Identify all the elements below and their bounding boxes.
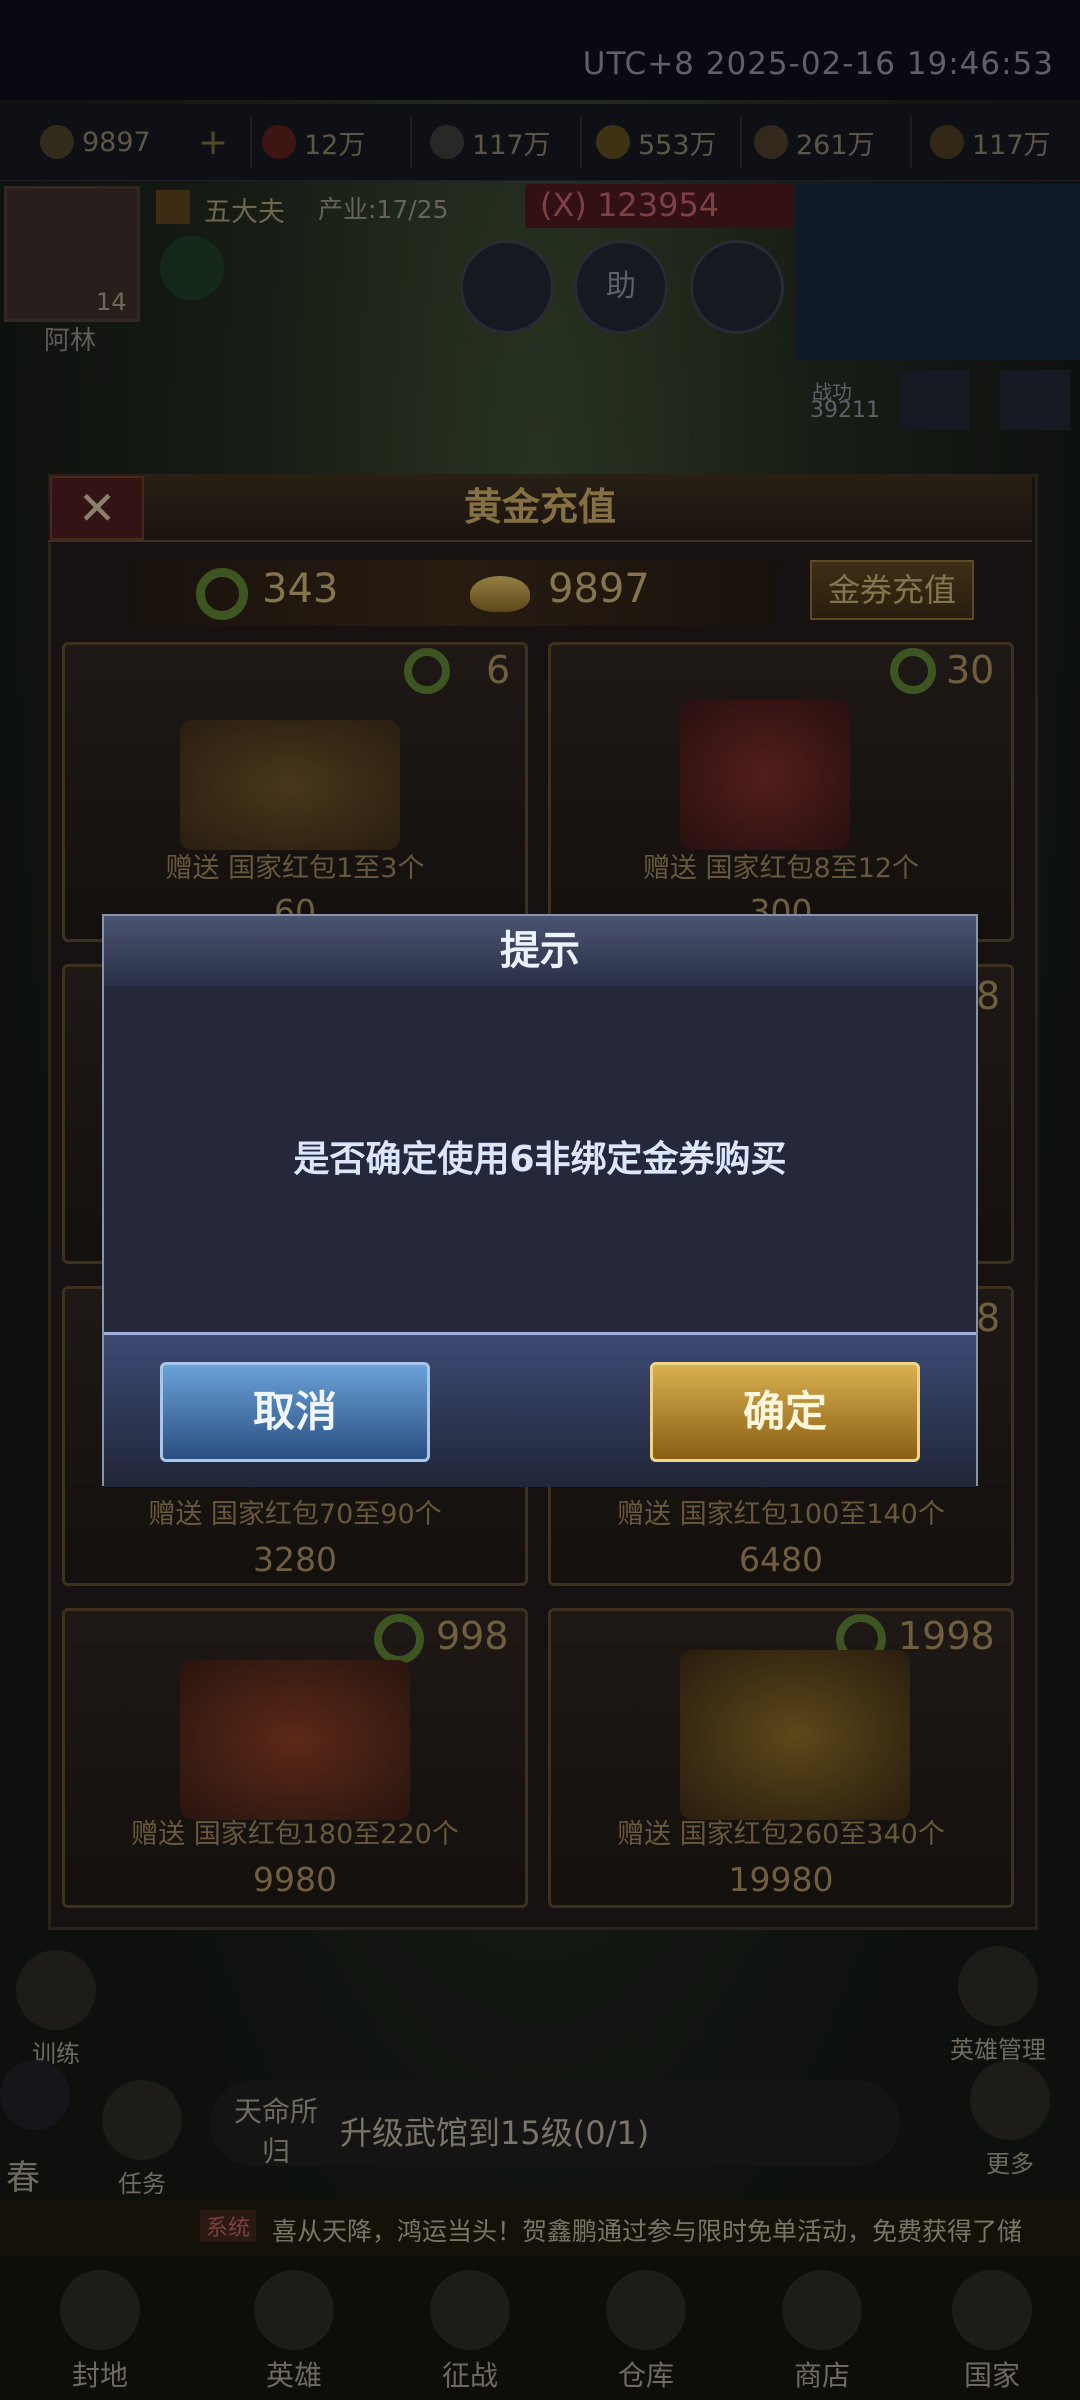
cancel-button[interactable]: 取消: [160, 1362, 430, 1462]
hero-helmet-icon: [958, 1946, 1038, 2026]
more-icon: [970, 2060, 1050, 2140]
dragon-icon: [952, 2270, 1032, 2350]
more-button[interactable]: 更多: [970, 2060, 1050, 2179]
nav-battle[interactable]: 征战: [390, 2270, 550, 2394]
helmet-icon: [254, 2270, 334, 2350]
nav-nation[interactable]: 国家: [912, 2270, 1072, 2394]
task-scroll-icon: [102, 2080, 182, 2160]
shop-icon: [782, 2270, 862, 2350]
nav-heroes[interactable]: 英雄: [214, 2270, 374, 2394]
broadcast-text: 喜从天降，鸿运当头！贺鑫鹏通过参与限时免单活动，免费获得了储: [272, 2217, 1023, 2246]
crossed-swords-icon: [430, 2270, 510, 2350]
castle-icon: [60, 2270, 140, 2350]
confirm-dialog-title: 提示: [500, 928, 580, 974]
confirm-dialog-message: 是否确定使用6非绑定金券购买: [293, 1139, 787, 1180]
money-bag-icon: [606, 2270, 686, 2350]
nav-fief[interactable]: 封地: [20, 2270, 180, 2394]
train-button[interactable]: 训练: [16, 1950, 96, 2069]
nav-shop[interactable]: 商店: [742, 2270, 902, 2394]
confirm-button[interactable]: 确定: [650, 1362, 920, 1462]
task-button[interactable]: 任务: [102, 2080, 182, 2199]
search-icon[interactable]: [0, 2060, 70, 2130]
nav-warehouse[interactable]: 仓库: [566, 2270, 726, 2394]
system-tag: 系统: [200, 2210, 257, 2242]
task-text: 升级武馆到15级(0/1): [340, 2114, 650, 2152]
season-badge: 春: [6, 2158, 40, 2198]
hero-manage-button[interactable]: 英雄管理: [950, 1946, 1046, 2065]
destiny-badge: 天命所归: [233, 2095, 318, 2168]
train-icon: [16, 1950, 96, 2030]
